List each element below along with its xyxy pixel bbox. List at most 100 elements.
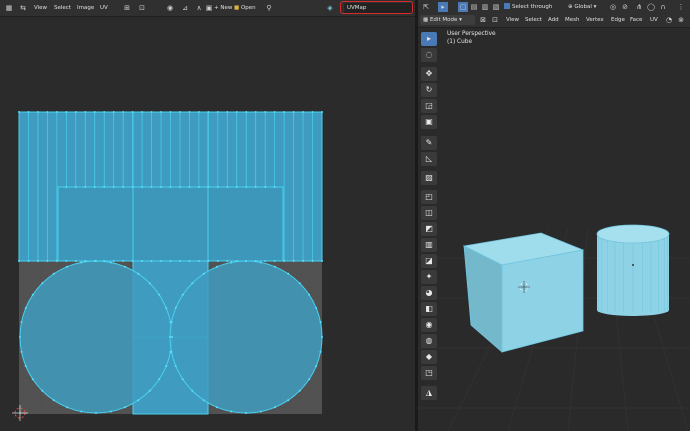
viewport-3d[interactable] xyxy=(418,28,690,431)
falloff-icon[interactable]: ∩ xyxy=(658,2,668,12)
uv-vertex xyxy=(283,111,286,113)
view-toggle-icon[interactable]: ⊠ xyxy=(478,15,488,25)
tool-spin[interactable]: ◕ xyxy=(421,286,437,300)
menu-select[interactable]: Select xyxy=(54,3,71,13)
pivot-point-icon[interactable]: ◎ xyxy=(608,2,618,12)
vp-menu-add[interactable]: Add xyxy=(548,15,559,25)
uv-vertex xyxy=(65,260,68,262)
vp-menu-select[interactable]: Select xyxy=(525,15,542,25)
uv-vertex xyxy=(93,111,96,113)
proportional-icon[interactable]: ∧ xyxy=(194,3,204,13)
uv-vertex xyxy=(80,410,83,413)
vp-menu-vertex[interactable]: Vertex xyxy=(586,15,604,25)
vertex-select-icon[interactable]: ▢ xyxy=(458,2,468,12)
menu-view[interactable]: View xyxy=(34,3,47,13)
tool-add-cube[interactable]: ▨ xyxy=(421,171,437,185)
tool-annotate[interactable]: ✎ xyxy=(421,136,437,150)
tool-inset[interactable]: ◫ xyxy=(421,206,437,220)
mode-dropdown[interactable]: ▦ Edit Mode ▾ xyxy=(420,15,475,25)
select-through-toggle[interactable]: Select through xyxy=(504,2,552,12)
uv-vertex xyxy=(287,272,290,275)
uv-vertex xyxy=(141,111,144,113)
uv-vertex xyxy=(273,186,276,188)
vp-menu-view[interactable]: View xyxy=(506,15,519,25)
uv-vertex xyxy=(197,186,200,188)
uv-vertex xyxy=(131,260,134,262)
uv-vertex xyxy=(84,260,87,262)
tool-measure[interactable]: ◺ xyxy=(421,152,437,166)
uv-vertex xyxy=(148,389,151,392)
vp-menu-uv[interactable]: UV xyxy=(650,15,658,25)
uv-vertex xyxy=(259,410,262,413)
add-cube-icon: ▨ xyxy=(425,173,433,182)
uv-vertex xyxy=(74,186,77,188)
tool-bevel[interactable]: ◩ xyxy=(421,222,437,236)
tool-smooth[interactable]: ◧ xyxy=(421,302,437,316)
snap-target-icon[interactable]: ⋔ xyxy=(634,2,644,12)
uv-sync-icon[interactable]: ⇆ xyxy=(18,3,28,13)
uv-vertex xyxy=(308,378,311,381)
tool-shrink[interactable]: ◍ xyxy=(421,334,437,348)
tool-shading[interactable]: ◮ xyxy=(421,386,437,400)
tool-scale[interactable]: ◲ xyxy=(421,99,437,113)
uv-vertex xyxy=(41,282,44,285)
tool-loop-cut[interactable]: ▥ xyxy=(421,238,437,252)
knife-icon: ◪ xyxy=(425,256,433,265)
uv-vertex xyxy=(235,186,238,188)
uv-canvas[interactable] xyxy=(0,17,416,431)
tool-edge-slide[interactable]: ◉ xyxy=(421,318,437,332)
uv-vertex xyxy=(321,260,323,262)
menu-uv[interactable]: UV xyxy=(100,3,108,13)
tool-cursor[interactable]: ◌ xyxy=(421,48,437,62)
image-browse-icon[interactable]: ▣ xyxy=(204,3,214,13)
tool-shear[interactable]: ◆ xyxy=(421,350,437,364)
vp-menu-face[interactable]: Face xyxy=(630,15,642,25)
options-icon[interactable]: ⋮ xyxy=(676,2,686,12)
snap-icon[interactable]: ⊿ xyxy=(180,3,190,13)
edge-slide-icon: ◉ xyxy=(425,320,433,329)
tool-rotate[interactable]: ↻ xyxy=(421,83,437,97)
uv-vertex xyxy=(36,260,39,262)
uv-vertex xyxy=(31,293,34,296)
cube-object[interactable] xyxy=(462,232,585,353)
uv-vertex xyxy=(109,410,112,413)
cylinder-object[interactable] xyxy=(596,224,670,316)
uv-vertex xyxy=(181,378,184,381)
selection-mode-icon[interactable]: ⊞ xyxy=(122,3,132,13)
orientation-dropdown[interactable]: ⊕ Global ▾ xyxy=(568,2,596,12)
uv-vertex xyxy=(191,282,194,285)
edge-select-icon[interactable]: ▤ xyxy=(469,2,479,12)
uv-vertex xyxy=(36,111,39,113)
mesh-options-icon[interactable]: ▧ xyxy=(491,2,501,12)
select-box-icon[interactable]: ▸ xyxy=(438,2,448,12)
uv-vertex xyxy=(202,399,205,402)
vp-menu-mesh[interactable]: Mesh xyxy=(565,15,579,25)
uv-vertex xyxy=(274,406,277,409)
uvmap-data-icon[interactable]: ◈ xyxy=(325,3,335,13)
tool-knife[interactable]: ◪ xyxy=(421,254,437,268)
shear-icon: ◆ xyxy=(425,352,433,361)
vp-menu-edge[interactable]: Edge xyxy=(611,15,625,25)
pin-icon[interactable]: ⚲ xyxy=(264,3,274,13)
pivot-icon[interactable]: ◉ xyxy=(165,3,175,13)
tool-select-box[interactable]: ▸ xyxy=(421,32,437,46)
tool-extrude[interactable]: ◰ xyxy=(421,190,437,204)
view-toggle-icon-2[interactable]: ⊡ xyxy=(490,15,500,25)
open-image-button[interactable]: ■ Open xyxy=(234,3,256,13)
menu-image[interactable]: Image xyxy=(77,3,94,13)
sticky-select-icon[interactable]: ⊡ xyxy=(137,3,147,13)
tool-transform[interactable]: ▣ xyxy=(421,115,437,129)
overlay-icon[interactable]: ⊗ xyxy=(676,15,686,25)
tool-poly-build[interactable]: ✦ xyxy=(421,270,437,284)
tool-rip[interactable]: ◳ xyxy=(421,366,437,380)
shading-icon[interactable]: ◔ xyxy=(664,15,674,25)
editor-type-icon[interactable]: ▦ xyxy=(4,3,14,13)
uv-vertex xyxy=(216,260,219,262)
transform-icon[interactable]: ⇱ xyxy=(421,2,431,12)
snap-toggle-icon[interactable]: ⊘ xyxy=(620,2,630,12)
proportional-edit-icon[interactable]: ◯ xyxy=(646,2,656,12)
tool-move[interactable]: ✥ xyxy=(421,67,437,81)
face-select-icon[interactable]: ▥ xyxy=(480,2,490,12)
uv-vertex xyxy=(174,365,177,368)
new-image-button[interactable]: + New xyxy=(214,3,232,13)
